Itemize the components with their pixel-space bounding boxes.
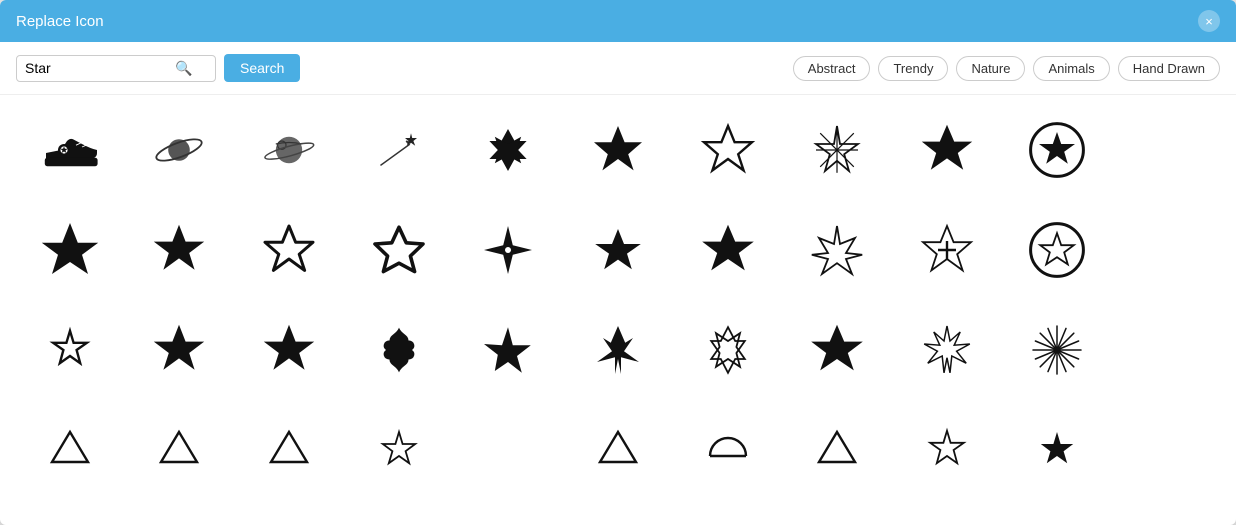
list-item[interactable] (244, 105, 334, 195)
list-item[interactable] (902, 305, 992, 395)
search-icon: 🔍 (175, 60, 192, 77)
modal-toolbar: 🔍 Search Abstract Trendy Nature Animals … (0, 42, 1236, 95)
list-item[interactable] (244, 405, 334, 495)
list-item[interactable] (792, 205, 882, 295)
list-item[interactable] (1121, 205, 1211, 295)
list-item[interactable] (25, 305, 115, 395)
icons-grid (20, 105, 1216, 495)
list-item[interactable] (573, 405, 663, 495)
search-button[interactable]: Search (224, 54, 300, 82)
list-item[interactable] (1012, 305, 1102, 395)
replace-icon-modal: Replace Icon × 🔍 Search Abstract Trendy … (0, 0, 1236, 525)
list-item[interactable] (25, 105, 115, 195)
filter-abstract[interactable]: Abstract (793, 56, 871, 81)
list-item[interactable] (792, 105, 882, 195)
list-item[interactable] (354, 105, 444, 195)
list-item[interactable] (683, 105, 773, 195)
list-item[interactable] (1012, 405, 1102, 495)
filter-animals[interactable]: Animals (1033, 56, 1109, 81)
list-item[interactable] (573, 305, 663, 395)
icons-grid-container[interactable] (0, 95, 1236, 525)
list-item[interactable] (354, 305, 444, 395)
list-item[interactable] (25, 405, 115, 495)
list-item[interactable] (1121, 405, 1211, 495)
list-item[interactable] (134, 405, 224, 495)
list-item[interactable] (354, 205, 444, 295)
list-item[interactable] (683, 305, 773, 395)
list-item[interactable] (463, 205, 553, 295)
list-item[interactable] (354, 405, 444, 495)
list-item[interactable] (792, 305, 882, 395)
list-item[interactable] (1012, 205, 1102, 295)
search-input[interactable] (25, 60, 175, 76)
list-item[interactable] (244, 205, 334, 295)
modal-title: Replace Icon (16, 13, 104, 30)
list-item[interactable] (25, 205, 115, 295)
close-button[interactable]: × (1198, 10, 1220, 32)
list-item[interactable] (683, 205, 773, 295)
filter-tags: Abstract Trendy Nature Animals Hand Draw… (793, 56, 1220, 81)
search-input-wrap: 🔍 (16, 55, 216, 82)
list-item[interactable] (792, 405, 882, 495)
list-item[interactable] (683, 405, 773, 495)
list-item[interactable] (134, 305, 224, 395)
filter-trendy[interactable]: Trendy (878, 56, 948, 81)
list-item[interactable] (463, 405, 553, 495)
list-item[interactable] (463, 105, 553, 195)
list-item[interactable] (1012, 105, 1102, 195)
list-item[interactable] (1121, 105, 1211, 195)
list-item[interactable] (902, 205, 992, 295)
list-item[interactable] (134, 205, 224, 295)
list-item[interactable] (1121, 305, 1211, 395)
list-item[interactable] (573, 105, 663, 195)
list-item[interactable] (573, 205, 663, 295)
list-item[interactable] (134, 105, 224, 195)
list-item[interactable] (463, 305, 553, 395)
list-item[interactable] (902, 405, 992, 495)
filter-hand-drawn[interactable]: Hand Drawn (1118, 56, 1220, 81)
filter-nature[interactable]: Nature (956, 56, 1025, 81)
list-item[interactable] (244, 305, 334, 395)
list-item[interactable] (902, 105, 992, 195)
modal-header: Replace Icon × (0, 0, 1236, 42)
